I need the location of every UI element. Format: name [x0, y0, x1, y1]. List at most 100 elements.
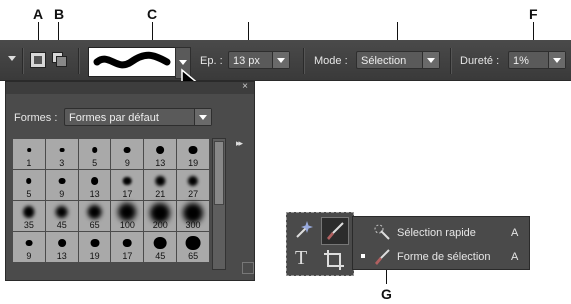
brush-preset[interactable]: 200 [143, 200, 178, 232]
size-dropdown[interactable]: 13 px [228, 51, 290, 69]
brush-preset[interactable]: 13 [143, 138, 178, 170]
brush-tip-icon [188, 145, 198, 155]
brush-grid: 1 3 5 9 13 19 5 9 13 17 21 27 35 45 65 100 200 300 9 13 19 17… [12, 138, 210, 263]
brush-preset[interactable]: 5 [12, 169, 46, 201]
new-selection-icon[interactable] [30, 52, 46, 68]
chevron-down-icon [272, 52, 289, 68]
brush-preset[interactable]: 19 [176, 138, 210, 170]
brush-size-label: 17 [122, 251, 133, 261]
tool-flyout-menu: Sélection rapide A Forme de sélection A [352, 216, 530, 270]
brush-tip-icon [25, 239, 33, 247]
magic-wand-icon[interactable] [293, 219, 315, 241]
flyout-label: Forme de sélection [397, 251, 491, 263]
callout-a: A [33, 6, 44, 22]
scrollbar-thumb[interactable] [214, 141, 224, 205]
flyout-item-quick-selection[interactable]: Sélection rapide A [353, 221, 529, 243]
brush-stroke-icon [93, 51, 171, 69]
brush-preset[interactable]: 65 [176, 231, 210, 263]
brush-preset[interactable]: 17 [110, 169, 145, 201]
brush-grid-scrollbar[interactable] [212, 138, 226, 270]
mode-value: Sélection [361, 55, 407, 67]
brush-size-label: 9 [124, 158, 130, 168]
selection-brush-icon [375, 249, 390, 265]
brush-preset[interactable]: 9 [44, 169, 79, 201]
brush-preset[interactable]: 9 [12, 231, 46, 263]
callout-g: G [381, 286, 392, 302]
active-bullet-icon [361, 254, 365, 258]
brush-row: 1 3 5 9 13 19 [12, 138, 210, 170]
brush-preset[interactable]: 9 [110, 138, 145, 170]
mode-label: Mode : [314, 55, 348, 67]
shapes-label: Formes : [14, 112, 58, 124]
brush-tip-icon [91, 147, 98, 153]
flyout-item-selection-brush[interactable]: Forme de sélection A [353, 245, 529, 267]
brush-preset[interactable]: 13 [44, 231, 79, 263]
brush-preset[interactable]: 27 [176, 169, 210, 201]
crop-tool-icon[interactable] [323, 249, 345, 271]
brush-row: 35 45 65 100 200 300 [12, 200, 210, 232]
brush-size-label: 65 [89, 220, 100, 230]
shapes-value: Formes par défaut [69, 112, 159, 124]
brush-size-label: 65 [188, 251, 199, 261]
brush-tip-icon [57, 239, 66, 247]
brush-tip-icon [23, 206, 35, 218]
tool-options-bar: Ep. : 13 px Mode : Sélection Dureté : 1% [0, 40, 571, 81]
brush-tip-icon [153, 236, 167, 250]
brush-size-label: 35 [23, 220, 34, 230]
brush-preset[interactable]: 45 [143, 231, 178, 263]
mode-dropdown[interactable]: Sélection [356, 51, 440, 69]
brush-size-label: 9 [26, 251, 32, 261]
brush-preview[interactable] [88, 47, 176, 77]
brush-size-label: 5 [26, 189, 32, 199]
shapes-dropdown[interactable]: Formes par défaut [64, 108, 212, 126]
brush-picker-panel: × Formes : Formes par défaut ▸▸ 1 3 5 9 13 19… [5, 81, 255, 281]
brush-preset[interactable]: 19 [77, 231, 112, 263]
flyout-shortcut: A [511, 227, 519, 239]
hardness-label: Dureté : [460, 55, 500, 67]
brush-tip-icon [90, 238, 100, 248]
brush-preset[interactable]: 21 [143, 169, 178, 201]
quick-selection-icon [374, 224, 390, 240]
brush-preset[interactable]: 100 [110, 200, 145, 232]
resize-grip-icon[interactable] [242, 262, 254, 274]
separator [450, 48, 452, 74]
brush-preset[interactable]: 65 [77, 200, 112, 232]
brush-size-label: 13 [155, 158, 166, 168]
brush-tip-icon [156, 146, 165, 154]
callout-f: F [529, 6, 538, 22]
brush-size-label: 1 [26, 158, 32, 168]
chevron-down-icon [422, 52, 439, 68]
brush-preset[interactable]: 300 [176, 200, 210, 232]
brush-preset[interactable]: 1 [12, 138, 46, 170]
brush-preset[interactable]: 13 [77, 169, 112, 201]
brush-tip-icon [187, 175, 199, 187]
brush-size-label: 19 [89, 251, 100, 261]
brush-preset[interactable]: 45 [44, 200, 79, 232]
hardness-dropdown[interactable]: 1% [508, 51, 566, 69]
chevron-down-icon [194, 109, 211, 125]
add-to-selection-icon[interactable] [52, 52, 67, 67]
brush-tip-icon [27, 148, 31, 152]
separator [78, 48, 80, 74]
brush-preset[interactable]: 3 [44, 138, 79, 170]
brush-tip-icon [118, 203, 137, 221]
text-tool-icon[interactable]: T [295, 247, 307, 270]
brush-tip-icon [123, 176, 132, 186]
brush-preset[interactable]: 5 [77, 138, 112, 170]
chevron-down-icon [548, 52, 565, 68]
brush-tip-icon [26, 178, 32, 184]
close-icon[interactable]: × [242, 81, 248, 92]
brush-preset[interactable]: 17 [110, 231, 145, 263]
tool-panel: T [286, 212, 354, 276]
panel-header: × [6, 81, 254, 94]
brush-tip-icon [123, 238, 132, 248]
brush-tip-icon [90, 177, 99, 185]
panel-menu-icon[interactable]: ▸▸ [236, 138, 243, 149]
flyout-shortcut: A [511, 251, 519, 263]
selection-brush-tool-icon[interactable] [321, 217, 349, 245]
size-label: Ep. : [200, 55, 223, 67]
tool-menu-caret-icon[interactable] [8, 56, 16, 61]
brush-preset[interactable]: 35 [12, 200, 46, 232]
brush-size-label: 27 [188, 189, 199, 199]
brush-row: 9 13 19 17 45 65 [12, 231, 210, 263]
